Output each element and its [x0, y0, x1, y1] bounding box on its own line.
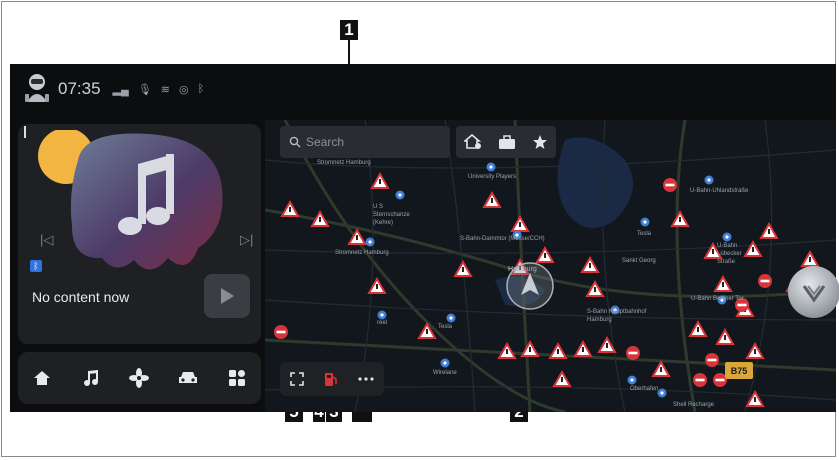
infotainment-screen: 07:35 ▂▄ 🎙 ≋ ◎ ᛒ |◁ ▷| ᛒ No content now … — [10, 64, 836, 412]
map-label: Oberhafen — [630, 386, 659, 392]
search-icon — [289, 136, 301, 148]
map-label: Tesla — [438, 324, 453, 330]
no-content-label: No content now — [32, 289, 130, 305]
play-button[interactable] — [204, 274, 250, 318]
home-icon[interactable] — [29, 365, 55, 391]
map-controls — [280, 362, 384, 396]
media-card[interactable]: |◁ ▷| ᛒ No content now — [18, 124, 261, 344]
map-label: U-Bahn Berliner Tor — [691, 296, 744, 302]
fuel-station-icon[interactable] — [324, 371, 338, 387]
status-icons: ▂▄ 🎙 ≋ ◎ ᛒ — [113, 83, 205, 96]
fan-icon[interactable] — [126, 365, 152, 391]
apps-grid-icon[interactable] — [224, 365, 250, 391]
map-label: University Players — [468, 174, 517, 180]
microphone-icon: 🎙 — [137, 83, 152, 96]
map-label: reel — [377, 320, 388, 326]
status-bar: 07:35 ▂▄ 🎙 ≋ ◎ ᛒ — [10, 64, 270, 114]
media-indicator — [24, 126, 26, 138]
work-destination-icon[interactable] — [498, 134, 516, 150]
callout-1: 1 — [340, 20, 358, 40]
map-label: Tesla — [637, 231, 652, 237]
map-label: Sankt Georg — [622, 258, 656, 264]
search-input[interactable]: Search — [306, 135, 344, 149]
clock: 07:35 — [58, 79, 101, 98]
home-destination-icon[interactable] — [464, 134, 482, 150]
avatar[interactable] — [22, 72, 52, 106]
favorites-star-icon[interactable] — [532, 134, 548, 150]
more-options-icon[interactable] — [358, 377, 374, 381]
map-label: U-Bahn-Uhlandstraße — [690, 188, 749, 194]
previous-track-button[interactable]: |◁ — [40, 232, 53, 248]
current-position-marker — [506, 262, 554, 310]
voice-assistant-knob[interactable] — [788, 266, 839, 318]
album-art — [38, 130, 223, 270]
next-track-button[interactable]: ▷| — [240, 232, 253, 248]
fullscreen-icon[interactable] — [290, 372, 304, 386]
map-label: Wirelane — [433, 370, 457, 376]
car-icon[interactable] — [175, 365, 201, 391]
map-label: S-Bahn Hauptbahnhof Hamburg — [587, 309, 647, 323]
map-label: U-Bahn Lübecker Straße — [717, 243, 742, 265]
road-badge: B75 — [725, 362, 753, 379]
hotspot-icon: ◎ — [179, 83, 189, 96]
signal-icon: ▂▄ — [112, 83, 129, 96]
map-label: S-Bahn-Dammtor (Messe/CCH) — [460, 236, 545, 242]
map-label: Stromnetz Hamburg — [317, 160, 371, 166]
map-label: Stromnetz Hamburg — [335, 250, 389, 256]
quick-destinations — [456, 126, 556, 158]
music-icon[interactable] — [78, 365, 104, 391]
bluetooth-source-icon: ᛒ — [30, 260, 42, 272]
wifi-icon: ≋ — [160, 83, 170, 96]
bluetooth-icon: ᛒ — [197, 82, 205, 95]
map-label: U S Sternschanze (Kehre) — [373, 204, 410, 226]
map-label: Shell Recharge — [673, 402, 715, 408]
search-bar[interactable]: Search — [280, 126, 450, 158]
app-dock — [18, 352, 261, 404]
